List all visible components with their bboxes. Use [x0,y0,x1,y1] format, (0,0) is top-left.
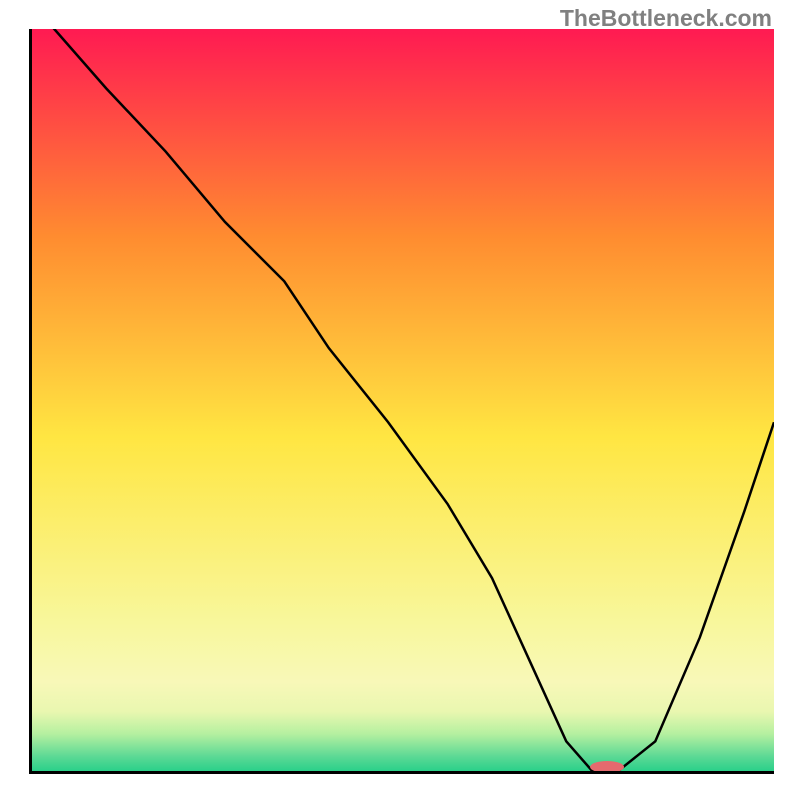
watermark-text: TheBottleneck.com [560,5,772,32]
chart-plot-area [29,29,774,774]
bottleneck-chart [32,29,774,771]
gradient-background [32,29,774,771]
